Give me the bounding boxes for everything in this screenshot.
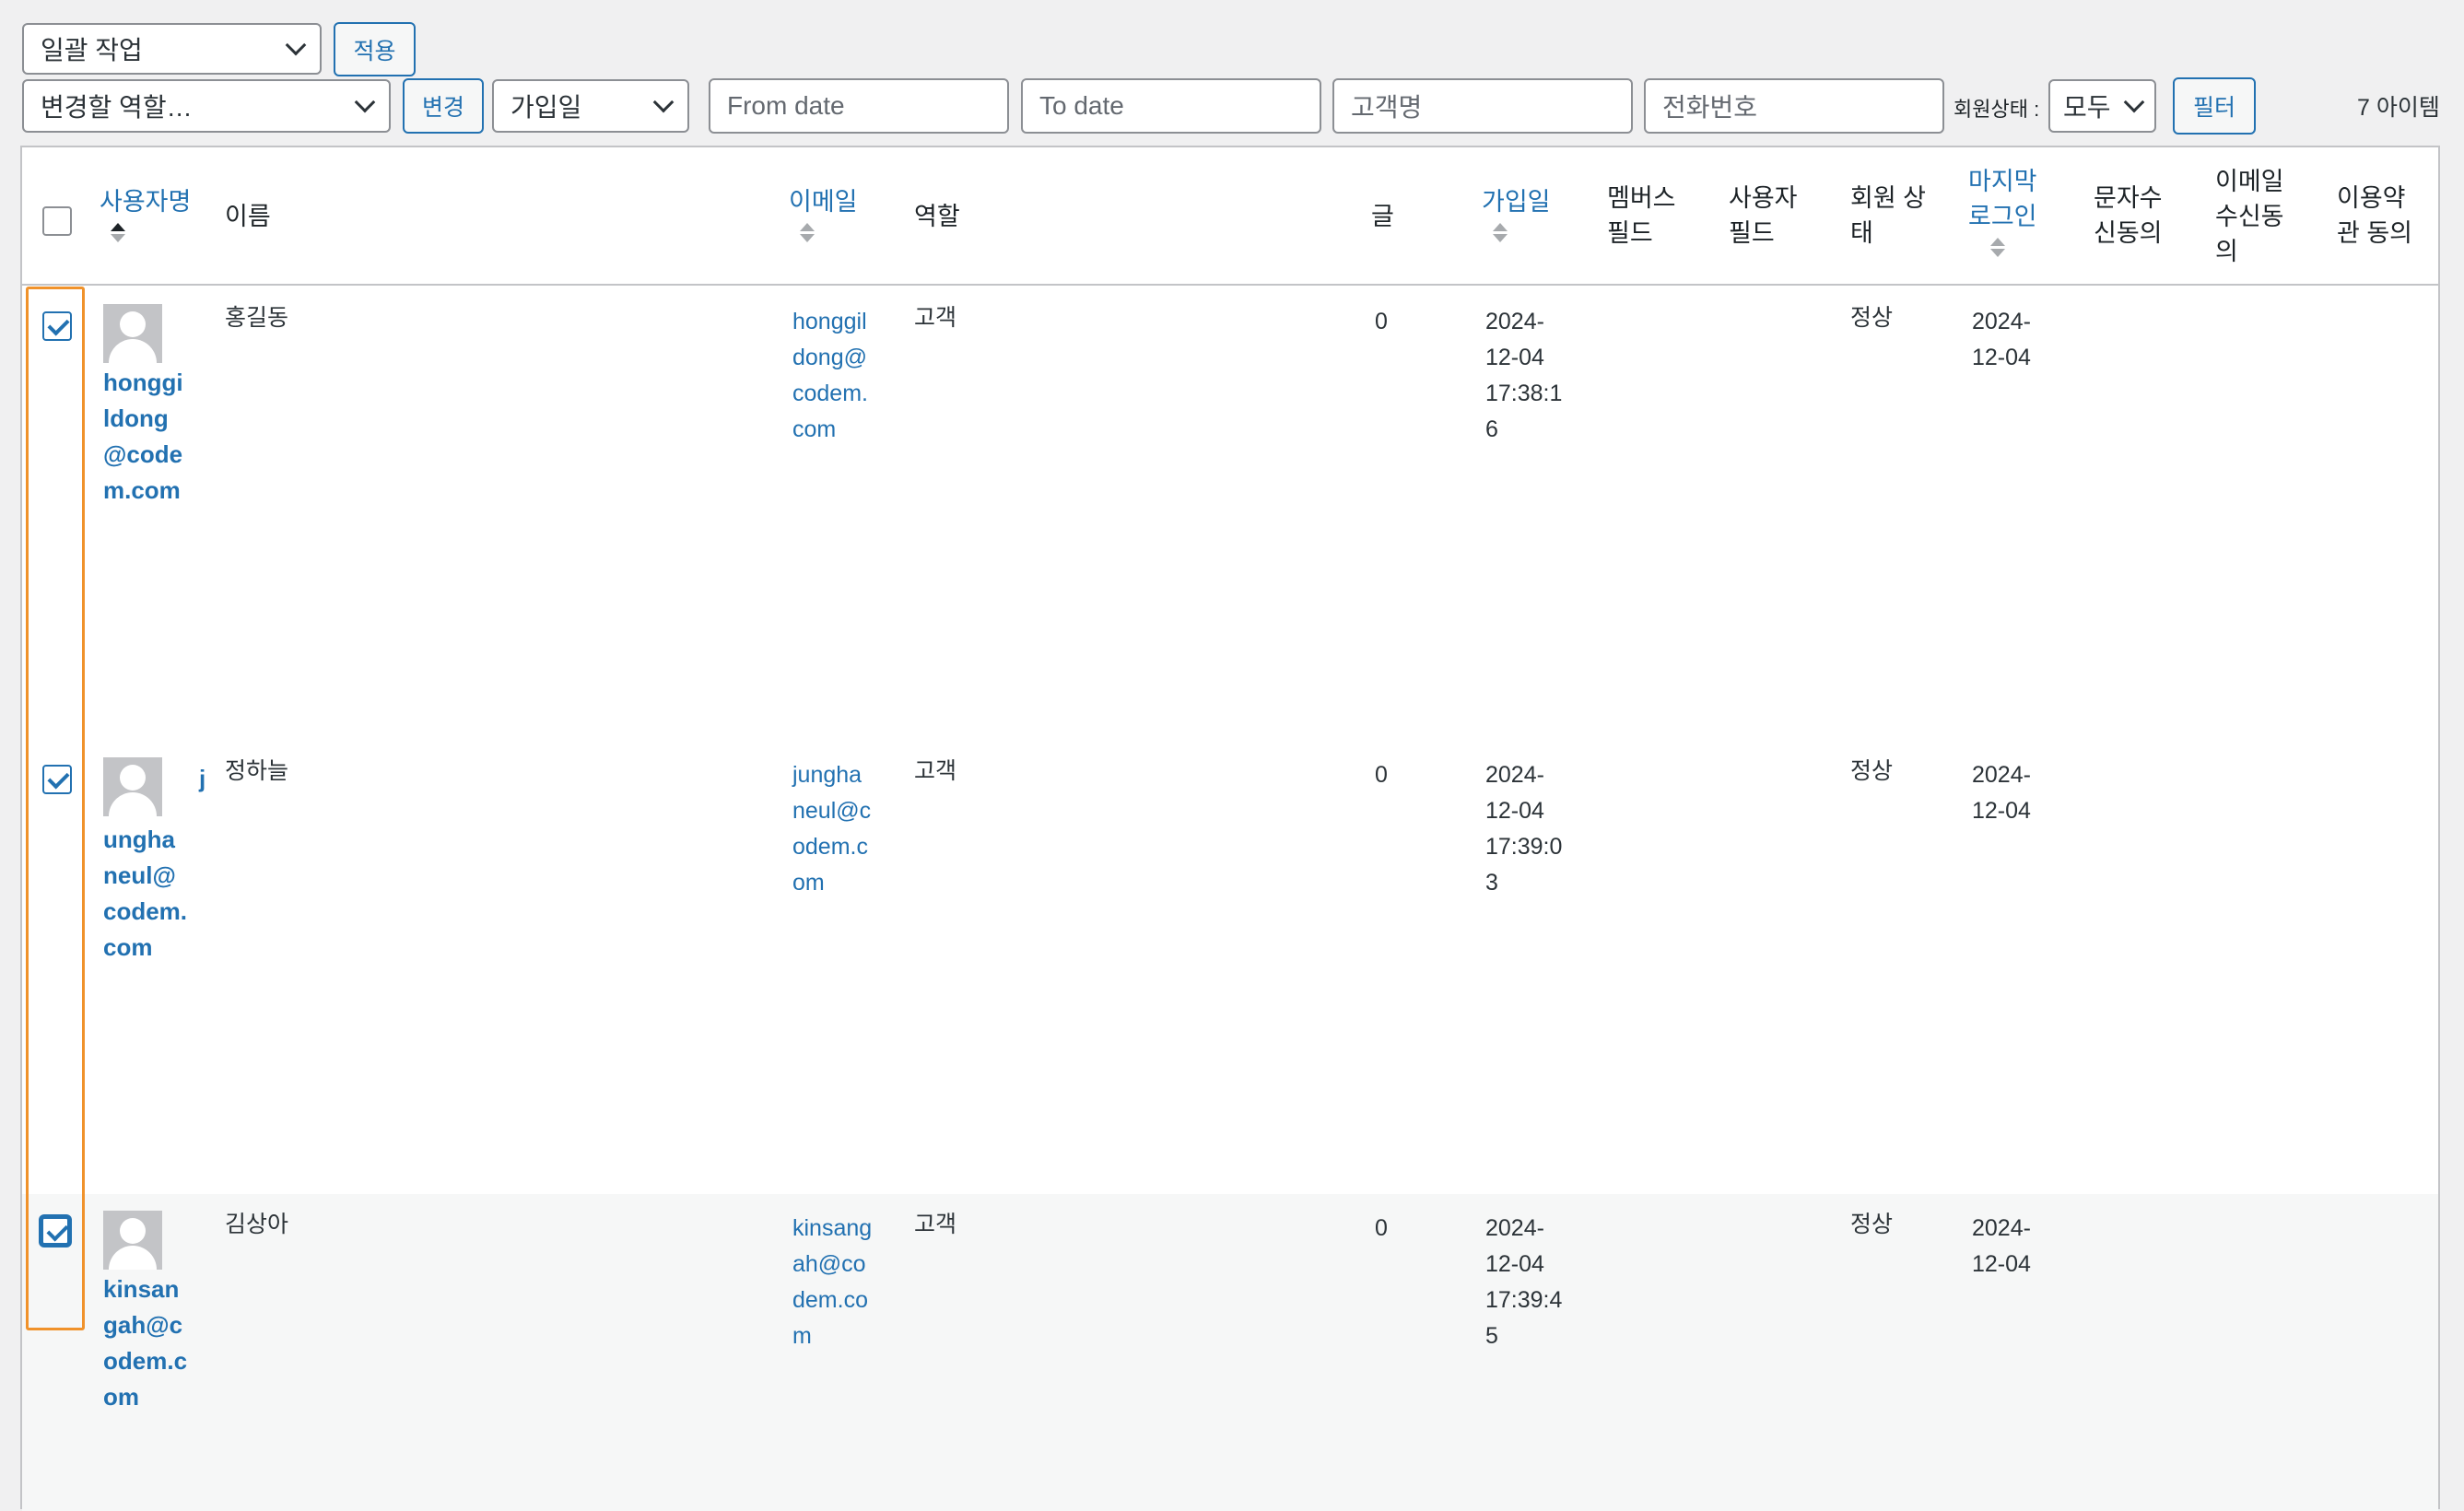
avatar <box>103 1211 162 1270</box>
username-link[interactable]: honggi ldong @code m.com <box>103 365 183 509</box>
posts-cell: 0 <box>1375 762 1388 788</box>
column-member-status: 회원 상 태 <box>1850 184 1927 247</box>
sort-icon <box>109 223 127 242</box>
column-role: 역할 <box>914 203 960 230</box>
name-cell: 홍길동 <box>225 305 289 331</box>
posts-cell: 0 <box>1375 309 1388 334</box>
table-header: 사용자명 이름 이메일 역할 글 가입일 멤버스 필드 사용자 필드 회원 상 … <box>22 147 2438 286</box>
role-cell: 고객 <box>914 1212 957 1237</box>
column-posts: 글 <box>1371 203 1394 230</box>
registered-cell: 2024- 12-04 17:39:4 5 <box>1485 1215 1563 1349</box>
column-username-label: 사용자명 <box>100 188 192 216</box>
status-cell: 정상 <box>1850 305 1894 331</box>
phone-number-input[interactable]: 전화번호 <box>1644 78 1944 134</box>
chevron-down-icon <box>285 34 307 56</box>
member-status-select[interactable]: 모두 <box>2048 79 2156 133</box>
column-last-login[interactable]: 마지막 로그인 <box>1968 164 2037 257</box>
apply-button[interactable]: 적용 <box>334 22 416 76</box>
select-all-checkbox[interactable] <box>42 206 72 236</box>
registered-cell: 2024- 12-04 17:39:0 3 <box>1485 762 1563 896</box>
row-checkbox[interactable] <box>41 1216 70 1246</box>
last-login-cell: 2024- 12-04 <box>1972 762 2031 824</box>
column-username[interactable]: 사용자명 <box>100 184 191 242</box>
from-date-input[interactable]: From date <box>709 78 1009 134</box>
item-count: 7 아이템 <box>2357 95 2440 121</box>
chevron-down-icon <box>652 91 675 113</box>
posts-cell: 0 <box>1375 1215 1388 1241</box>
username-link[interactable]: j ungha neul@ codem. com <box>103 761 205 966</box>
name-cell: 김상아 <box>225 1212 289 1237</box>
row-checkbox[interactable] <box>42 765 72 794</box>
date-type-value: 가입일 <box>510 93 582 122</box>
column-name: 이름 <box>225 203 271 230</box>
change-role-button[interactable]: 변경 <box>403 78 484 134</box>
column-member-field: 멤버스 필드 <box>1607 184 1676 247</box>
users-table: 사용자명 이름 이메일 역할 글 가입일 멤버스 필드 사용자 필드 회원 상 … <box>20 146 2440 1511</box>
column-email-consent: 이메일 수신동 의 <box>2215 168 2284 265</box>
email-link[interactable]: kinsang ah@co dem.co m <box>792 1211 872 1354</box>
member-status-value: 모두 <box>2063 93 2111 122</box>
last-login-cell: 2024- 12-04 <box>1972 1215 2031 1277</box>
member-status-label: 회원상태 : <box>1954 98 2040 121</box>
last-login-cell: 2024- 12-04 <box>1972 309 2031 370</box>
column-registered[interactable]: 가입일 <box>1482 184 1551 242</box>
avatar <box>103 304 162 363</box>
column-email-label: 이메일 <box>789 188 858 216</box>
role-change-select[interactable]: 변경할 역할… <box>22 79 391 133</box>
table-row: kinsan gah@c odem.c om 김상아 kinsang ah@co dem.… <box>22 1194 2438 1511</box>
registered-cell: 2024- 12-04 17:38:1 6 <box>1485 309 1563 442</box>
bulk-action-select[interactable]: 일괄 작업 <box>22 23 322 75</box>
chevron-down-icon <box>354 91 376 113</box>
column-user-field: 사용자 필드 <box>1729 184 1798 247</box>
column-email[interactable]: 이메일 <box>789 184 858 242</box>
table-row: j ungha neul@ codem. com 정하늘 jungha neul@c ode… <box>22 741 2438 1194</box>
date-type-select[interactable]: 가입일 <box>492 79 689 133</box>
bulk-action-value: 일괄 작업 <box>41 36 143 64</box>
table-row: honggi ldong @code m.com 홍길동 honggil dong@ co… <box>22 287 2438 741</box>
role-cell: 고객 <box>914 305 957 331</box>
to-date-input[interactable]: To date <box>1021 78 1321 134</box>
email-link[interactable]: honggil dong@ codem. com <box>792 304 868 448</box>
username-link[interactable]: kinsan gah@c odem.c om <box>103 1271 187 1415</box>
chevron-down-icon <box>2123 91 2145 113</box>
name-cell: 정하늘 <box>225 758 289 784</box>
status-cell: 정상 <box>1850 758 1894 784</box>
customer-name-input[interactable]: 고객명 <box>1332 78 1633 134</box>
sort-icon <box>798 223 816 242</box>
sort-icon <box>1491 223 1509 242</box>
email-link[interactable]: jungha neul@c odem.c om <box>792 757 871 901</box>
column-registered-label: 가입일 <box>1482 188 1551 216</box>
sort-icon <box>1989 238 2007 257</box>
status-cell: 정상 <box>1850 1212 1894 1237</box>
role-change-value: 변경할 역할… <box>41 93 193 122</box>
column-sms-consent: 문자수 신동의 <box>2094 184 2163 247</box>
role-cell: 고객 <box>914 758 957 784</box>
filter-button[interactable]: 필터 <box>2173 77 2256 135</box>
column-terms-consent: 이용약 관 동의 <box>2337 184 2413 247</box>
row-checkbox[interactable] <box>42 311 72 341</box>
